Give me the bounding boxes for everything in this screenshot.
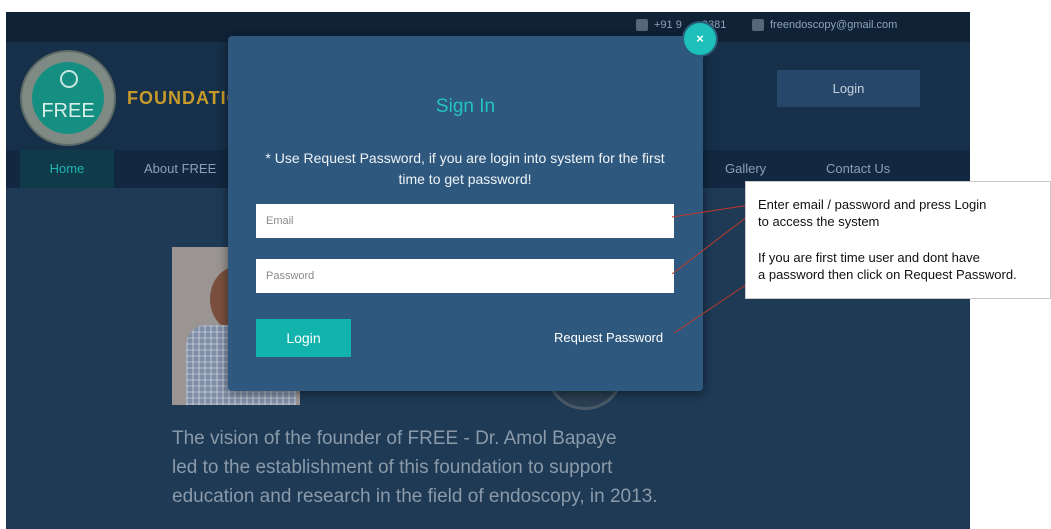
vision-line: led to the establishment of this foundat… [172, 457, 613, 478]
vision-text: The vision of the founder of FREE - Dr. … [172, 424, 732, 511]
callout-line: If you are first time user and dont have [758, 250, 980, 265]
login-button[interactable]: Login [256, 319, 351, 357]
nav-home[interactable]: Home [20, 150, 114, 188]
annotation-callout: Enter email / password and press Login t… [745, 181, 1051, 299]
phone-icon [636, 19, 648, 32]
mail-icon [752, 19, 764, 32]
request-password-link[interactable]: Request Password [554, 330, 663, 345]
sign-in-modal: Sign In * Use Request Password, if you a… [228, 36, 703, 391]
callout-line: a password then click on Request Passwor… [758, 267, 1017, 282]
nav-about[interactable]: About FREE [144, 150, 216, 188]
foundation-logo[interactable]: FREE [20, 50, 116, 146]
vision-line: The vision of the founder of FREE - Dr. … [172, 428, 617, 449]
callout-line: to access the system [758, 214, 880, 229]
email-contact[interactable]: freendoscopy@gmail.com [752, 19, 898, 32]
modal-title: Sign In [435, 96, 496, 117]
header-login-button[interactable]: Login [777, 70, 920, 107]
callout-request-instructions: If you are first time user and dont have… [758, 249, 1051, 283]
logo-text: FREE [41, 100, 95, 122]
callout-line: Enter email / password and press Login [758, 197, 987, 212]
password-field[interactable] [256, 259, 674, 293]
email-field[interactable] [256, 204, 674, 238]
vision-line: education and research in the field of e… [172, 486, 658, 507]
logo-inner: FREE [32, 62, 104, 134]
email-address: freendoscopy@gmail.com [770, 19, 898, 31]
close-icon: × [696, 31, 704, 46]
modal-instruction: * Use Request Password, if you are login… [265, 150, 665, 187]
phone-number: +91 9 [654, 19, 682, 31]
callout-login-instructions: Enter email / password and press Login t… [758, 196, 1051, 230]
brand-name: FOUNDATIO [127, 88, 242, 108]
swirl-icon [60, 70, 78, 88]
close-button[interactable]: × [684, 23, 716, 55]
